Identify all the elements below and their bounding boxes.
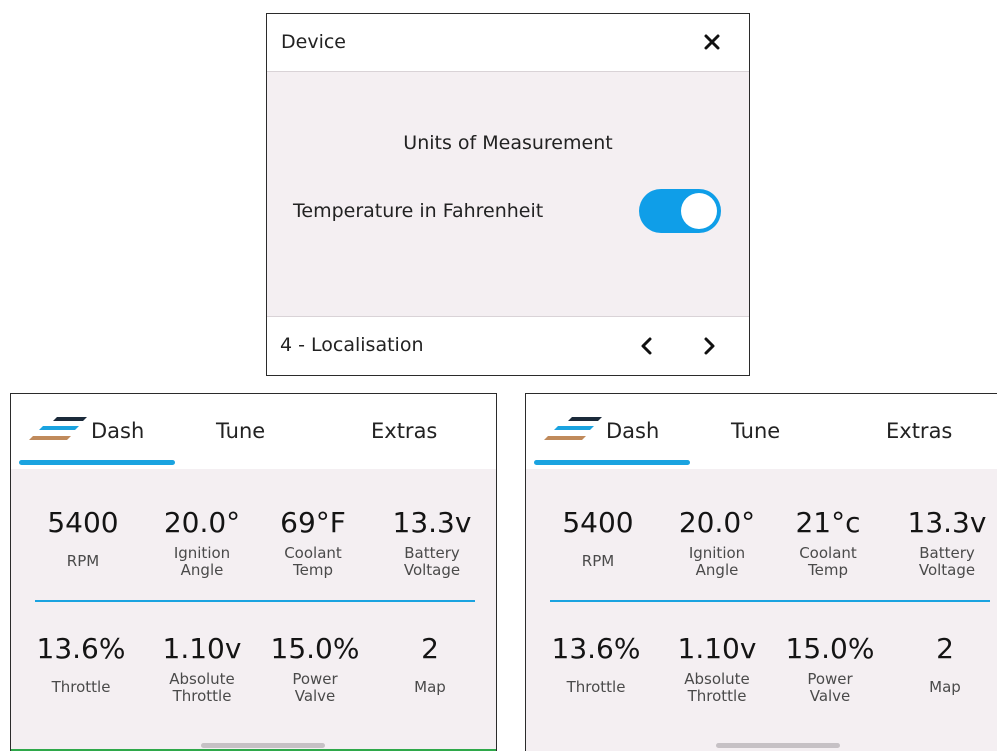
metric-value: 15.0% [270,632,360,665]
metric-label: Coolant Temp [799,544,857,579]
metric-label: Ignition Angle [688,544,746,579]
fahrenheit-option-label: Temperature in Fahrenheit [293,200,544,222]
metric-battery-voltage: 13.3v Battery Voltage [384,506,480,579]
tab-tune[interactable]: Tune [216,419,265,443]
metrics-divider [35,600,475,602]
toggle-knob [681,193,717,229]
metric-label: Battery Voltage [918,544,976,579]
metric-coolant-temp: 21°c Coolant Temp [780,506,876,579]
metric-value: 13.6% [551,632,641,665]
metric-map: 2 Map [382,632,478,696]
close-icon[interactable] [701,31,723,53]
metric-value: 2 [421,632,439,665]
dialog-footer: 4 - Localisation [267,316,749,375]
metric-label: Battery Voltage [403,544,461,579]
metric-throttle: 13.6% Throttle [33,632,129,696]
logo-icon [29,417,87,440]
metric-ignition-angle: 20.0° Ignition Angle [669,506,765,579]
metric-absolute-throttle: 1.10v Absolute Throttle [669,632,765,705]
metric-label: Coolant Temp [284,544,342,579]
metric-label: Throttle [51,678,111,696]
tab-dash-label: Dash [91,419,145,443]
tab-bar: Dash Tune Extras [11,394,496,469]
metrics-divider [550,600,990,602]
fahrenheit-toggle[interactable] [639,189,721,233]
metric-value: 13.3v [907,506,987,539]
metric-value: 20.0° [678,506,756,539]
units-section-title: Units of Measurement [403,132,613,154]
metric-value: 15.0% [785,632,875,665]
tab-dash-label: Dash [606,419,660,443]
metric-value: 13.6% [36,632,126,665]
metric-value: 20.0° [163,506,241,539]
chevron-right-icon[interactable] [699,335,719,357]
metric-battery-voltage: 13.3v Battery Voltage [899,506,995,579]
metric-throttle: 13.6% Throttle [548,632,644,696]
metric-value: 1.10v [162,632,242,665]
dash-panel-fahrenheit: Dash Tune Extras 5400 RPM 20.0° Ignition… [10,393,497,751]
metric-ignition-angle: 20.0° Ignition Angle [154,506,250,579]
metric-label: RPM [66,552,100,570]
logo-icon [544,417,602,440]
dash-panel-celsius: Dash Tune Extras 5400 RPM 20.0° Ignition… [525,393,997,751]
metric-map: 2 Map [897,632,993,696]
metric-absolute-throttle: 1.10v Absolute Throttle [154,632,250,705]
metric-label: Map [414,678,446,696]
dialog-title: Device [281,31,346,53]
metric-label: Ignition Angle [173,544,231,579]
chevron-left-icon[interactable] [637,335,657,357]
metric-label: RPM [581,552,615,570]
page-indicator: 4 - Localisation [280,334,424,356]
active-tab-indicator [534,460,690,465]
metric-value: 5400 [562,506,634,539]
scroll-indicator[interactable] [201,743,325,748]
metric-label: Absolute Throttle [169,670,235,705]
metric-power-valve: 15.0% Power Valve [782,632,878,705]
metric-label: Throttle [566,678,626,696]
tab-bar: Dash Tune Extras [526,394,997,469]
metric-rpm: 5400 RPM [550,506,646,570]
metric-label: Power Valve [807,670,853,705]
metric-rpm: 5400 RPM [35,506,131,570]
metric-value: 5400 [47,506,119,539]
metric-value: 69°F [280,506,346,539]
metric-value: 21°c [795,506,861,539]
scroll-indicator[interactable] [716,743,840,748]
metric-value: 1.10v [677,632,757,665]
tab-extras[interactable]: Extras [886,419,952,443]
metric-label: Map [929,678,961,696]
active-tab-indicator [19,460,175,465]
metric-value: 2 [936,632,954,665]
dialog-body: Units of Measurement Temperature in Fahr… [267,72,749,318]
device-dialog: Device Units of Measurement Temperature … [266,13,750,376]
metric-label: Power Valve [292,670,338,705]
tab-extras[interactable]: Extras [371,419,437,443]
metric-coolant-temp: 69°F Coolant Temp [265,506,361,579]
tab-tune[interactable]: Tune [731,419,780,443]
dialog-header: Device [267,14,749,72]
metric-value: 13.3v [392,506,472,539]
metric-power-valve: 15.0% Power Valve [267,632,363,705]
metric-label: Absolute Throttle [684,670,750,705]
